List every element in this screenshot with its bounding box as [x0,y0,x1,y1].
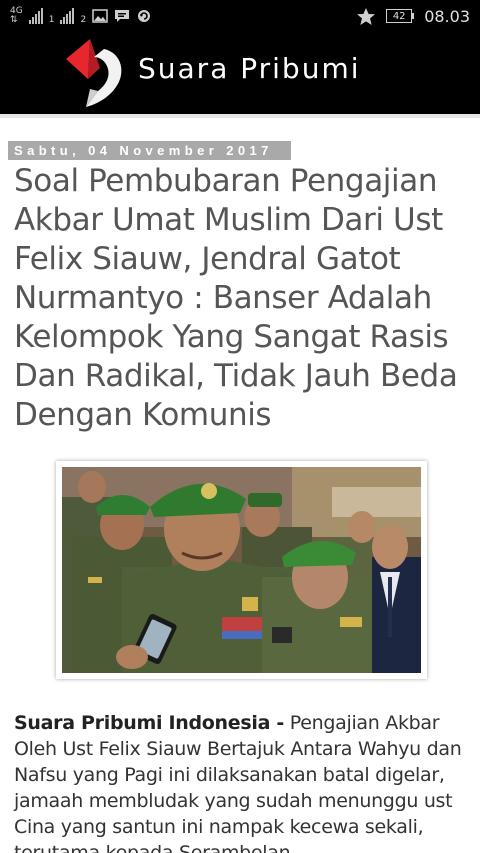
star-icon [357,7,376,25]
article-image[interactable] [56,461,427,679]
battery-level: 42 [386,9,413,23]
site-title[interactable]: Suara Pribumi [138,52,361,85]
post-date: Sabtu, 04 November 2017 [8,141,291,160]
sim2-label: 2 [80,15,87,25]
network-indicator: 4G ⇅ [10,7,23,25]
signal-icon [28,8,43,24]
sync-icon [138,10,151,22]
article-lead: Suara Pribumi Indonesia - Pengajian Akba… [14,710,472,853]
data-arrows-icon: ⇅ [10,15,18,25]
site-header[interactable]: Suara Pribumi [0,32,480,114]
header-divider [0,114,480,118]
clock: 08.03 [424,6,470,26]
signal-icon [60,8,75,24]
message-icon [115,10,130,22]
status-right: 42 08.03 [356,7,470,26]
sim1-label: 1 [48,15,55,25]
lead-source: Suara Pribumi Indonesia - [14,712,285,734]
battery-icon: 42 [386,9,415,23]
image-icon [92,9,108,23]
status-bar: 4G ⇅ 1 2 42 08.03 [0,0,480,32]
article-photo[interactable] [62,467,421,673]
article-title: Soal Pembubaran Pengajian Akbar Umat Mus… [14,163,458,433]
status-left: 4G ⇅ 1 2 [10,7,152,25]
site-logo-icon[interactable] [60,37,130,109]
